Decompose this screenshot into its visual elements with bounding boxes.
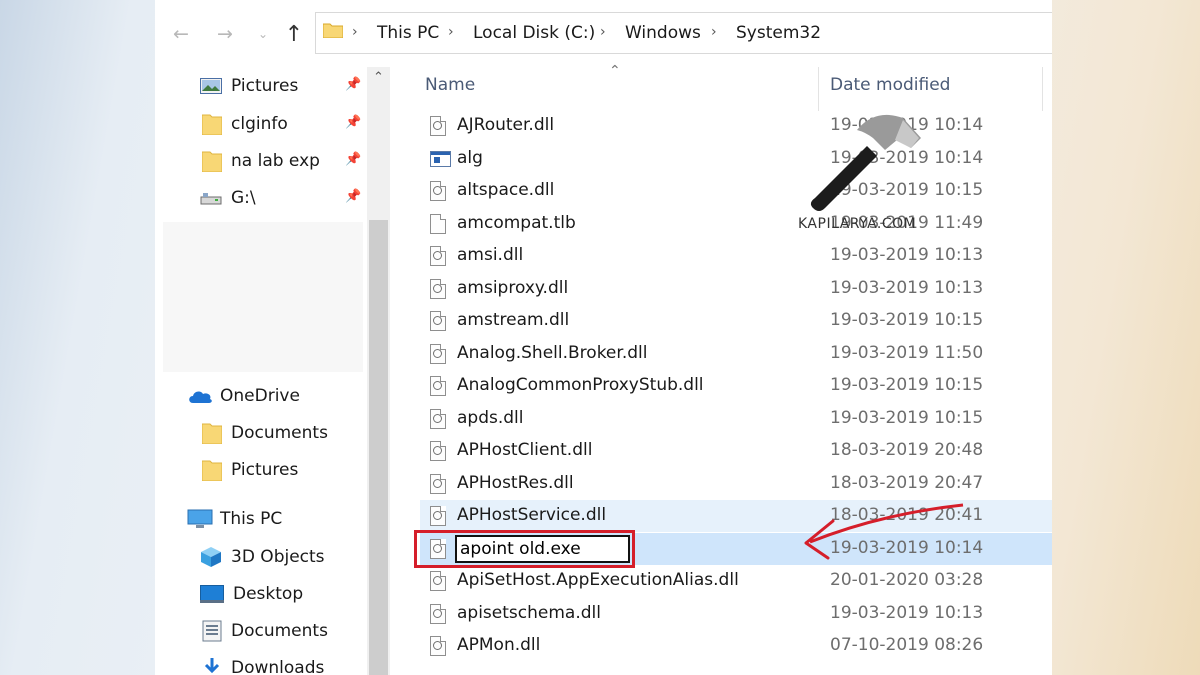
highlight-box xyxy=(414,530,635,568)
red-arrow-annotation xyxy=(804,503,964,560)
file-explorer-window: ← → ⌄ ↑ › This PC › Local Disk (C:) › Wi… xyxy=(155,0,1052,675)
